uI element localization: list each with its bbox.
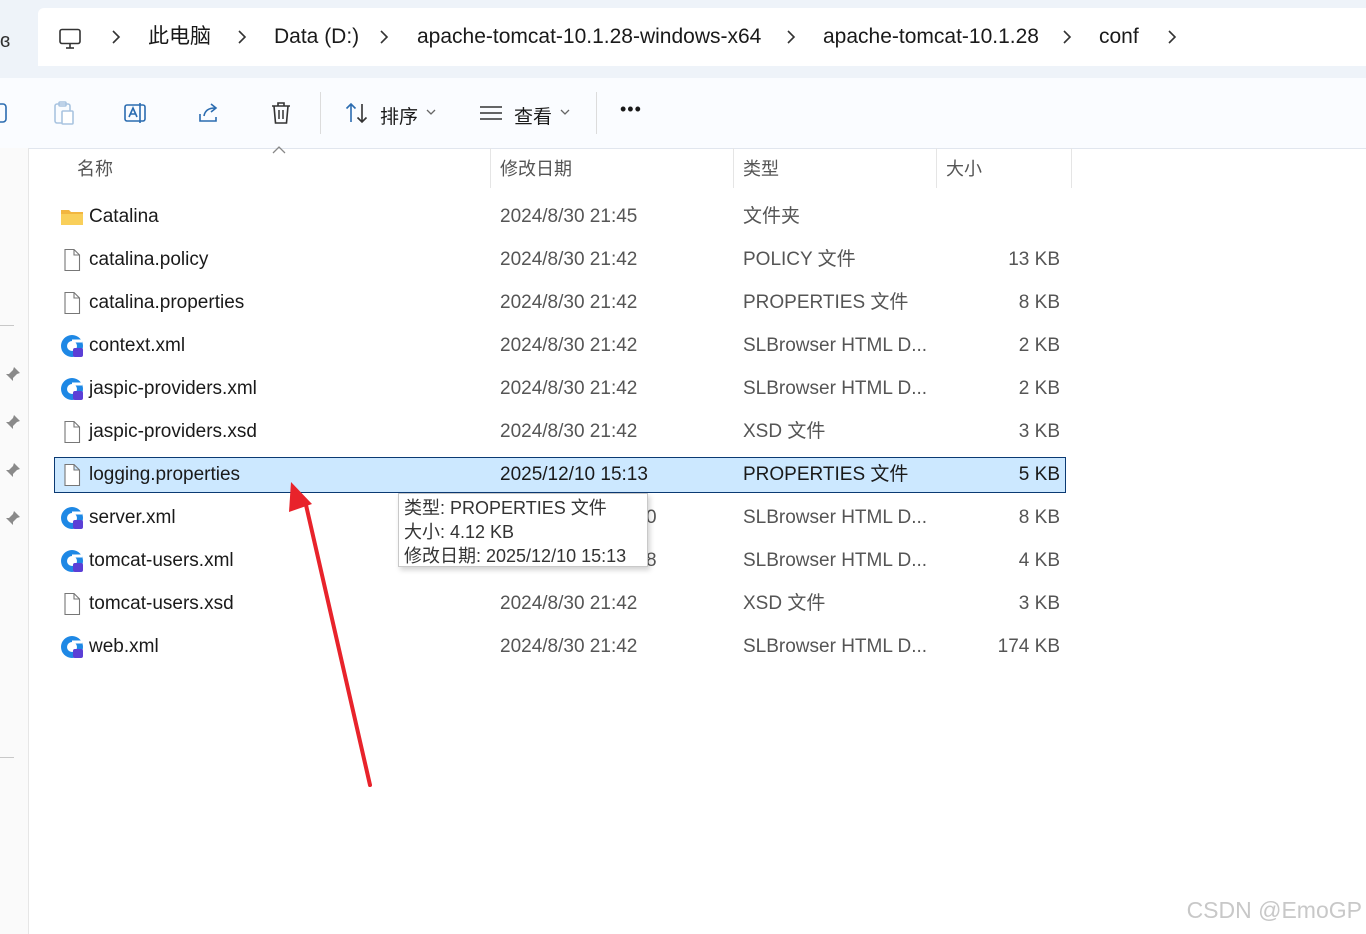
red-arrow-annotation bbox=[289, 482, 372, 787]
watermark: CSDN @EmoGP bbox=[1186, 897, 1362, 923]
